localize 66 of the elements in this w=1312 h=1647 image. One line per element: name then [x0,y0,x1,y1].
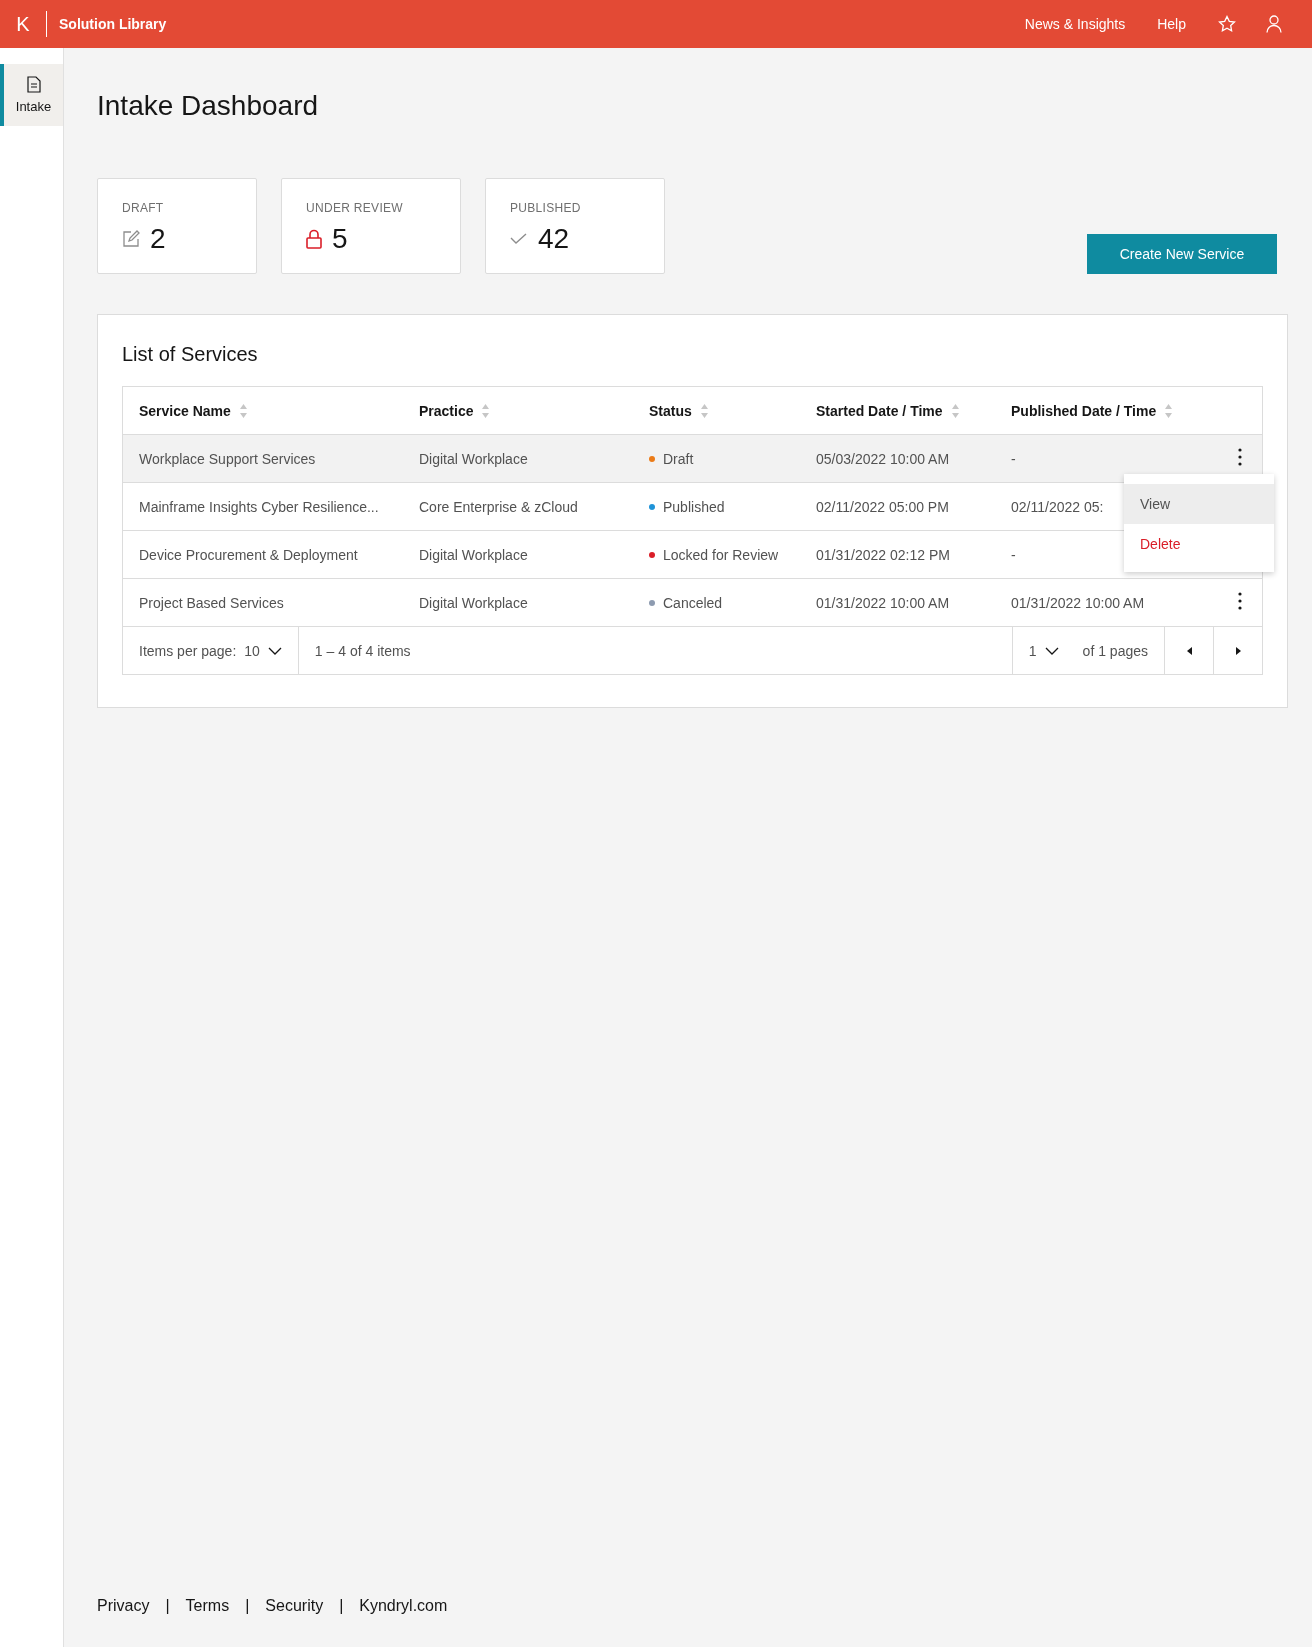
status-text: Published [663,498,725,515]
caret-right-icon [1235,646,1241,655]
items-per-page-label: Items per page: [139,642,237,659]
table-cell: Workplace Support Services [123,434,403,483]
sort-icon[interactable] [481,401,491,420]
logo[interactable]: K [0,11,47,37]
stat-value: 2 [150,223,166,255]
status-text: Draft [663,450,694,467]
table-cell: 01/31/2022 02:12 PM [800,530,995,579]
star-icon[interactable] [1218,15,1236,33]
item-range: 1 – 4 of 4 items [313,641,412,661]
status-text: Locked for Review [663,546,779,563]
table-cell: Digital Workplace [403,530,633,579]
nav-link[interactable]: News & Insights [1024,16,1126,32]
page-title: Intake Dashboard [97,90,320,122]
sort-icon[interactable] [699,401,709,420]
table-cell: Core Enterprise & zCloud [403,482,633,531]
stat-label: PUBLISHED [510,201,582,215]
column-header[interactable]: Started Date / Time [816,402,943,419]
sort-icon[interactable] [950,401,960,420]
table-cell: 02/11/2022 05:00 PM [800,482,995,531]
footer-link[interactable]: Security [265,1597,324,1615]
document-icon [26,76,41,93]
edit-icon [122,230,140,248]
stat-label: DRAFT [122,201,165,215]
user-icon[interactable] [1266,15,1282,33]
chevron-down-icon [267,646,282,655]
table-cell: Device Procurement & Deployment [123,530,403,579]
table-cell: Digital Workplace [403,434,633,483]
footer-link[interactable]: Terms [185,1597,230,1615]
column-header[interactable]: Service Name [139,402,231,419]
footer-link[interactable]: Kyndryl.com [359,1597,448,1615]
column-header[interactable]: Published Date / Time [1011,402,1157,419]
panel-title: List of Services [122,343,259,366]
footer-link[interactable]: Privacy [97,1597,150,1615]
separator: | [245,1597,250,1615]
lock-icon [306,229,322,249]
nav-link[interactable]: Help [1157,16,1186,32]
separator: | [339,1597,344,1615]
sidebar-item[interactable]: Intake [0,64,63,126]
table-cell: 01/31/2022 10:00 AM [995,578,1218,627]
stat-value: 5 [332,223,348,255]
stat-value: 42 [538,223,570,255]
table-cell: 05/03/2022 10:00 AM [800,434,995,483]
sort-icon[interactable] [238,401,248,420]
caret-left-icon [1186,646,1192,655]
sort-icon[interactable] [1164,401,1174,420]
column-header[interactable]: Status [649,402,692,419]
status-text: Canceled [663,594,723,611]
stat-label: UNDER REVIEW [306,201,404,215]
table-cell: Digital Workplace [403,578,633,627]
menu-item[interactable]: View [1124,484,1274,524]
table-cell: Mainframe Insights Cyber Resilience... [123,482,403,531]
page-select[interactable]: 1 [1028,642,1037,659]
checkmark-icon [510,233,528,245]
app-title[interactable]: Solution Library [59,16,1025,32]
overflow-menu-icon[interactable] [1238,448,1242,466]
page-total: of 1 pages [1082,642,1148,659]
separator: | [165,1597,170,1615]
column-header[interactable]: Practice [419,402,474,419]
table-cell: 01/31/2022 10:00 AM [800,578,995,627]
create-button[interactable]: Create New Service [1087,234,1277,274]
per-page-select[interactable]: 10 [244,642,260,659]
table-cell: Project Based Services [123,578,403,627]
overflow-menu-icon[interactable] [1238,592,1242,610]
chevron-down-icon [1044,646,1059,655]
